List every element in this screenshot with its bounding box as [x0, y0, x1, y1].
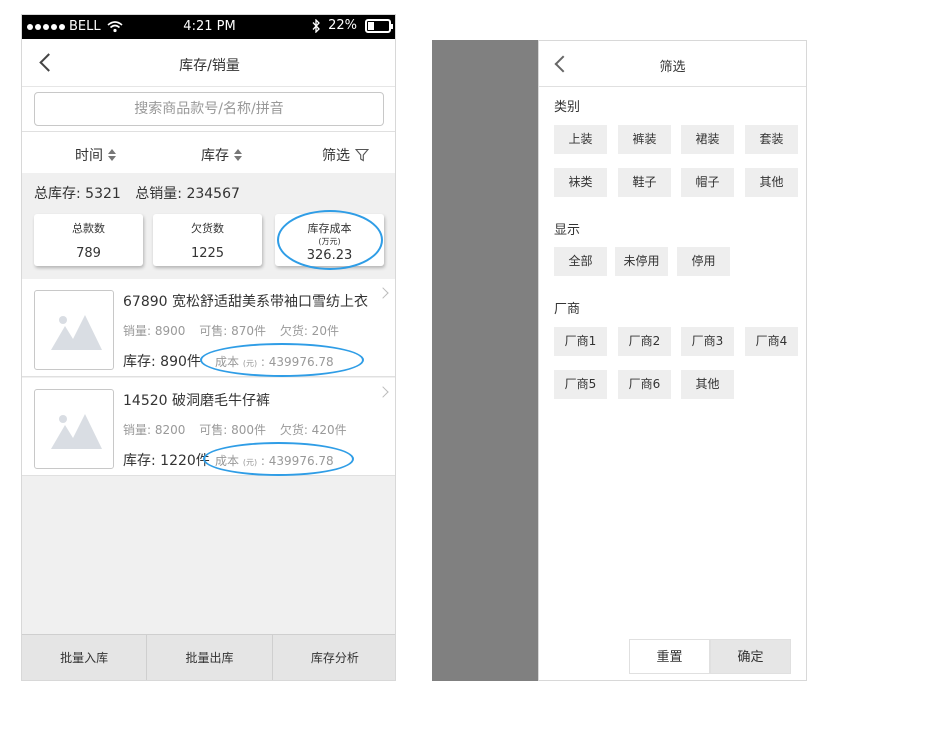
chevron-right-icon [377, 287, 389, 299]
product-available: 可售: 800件 [199, 423, 266, 437]
stat-value: 1225 [190, 246, 225, 261]
stat-label: 欠货数 [191, 222, 224, 235]
cost-value: : 439976.78 [260, 454, 334, 468]
display-chip[interactable]: 未停用 [615, 247, 668, 276]
vendor-chip[interactable]: 厂商2 [618, 327, 671, 356]
vendor-chip[interactable]: 厂商5 [554, 370, 607, 399]
vendor-chip[interactable]: 厂商4 [745, 327, 798, 356]
sort-bar: 时间 库存 筛选 [22, 131, 395, 173]
cost-label: 成本 [215, 454, 240, 468]
summary-totals: 总库存: 5321 总销量: 234567 [34, 183, 240, 203]
category-chip[interactable]: 裙装 [681, 125, 734, 154]
product-thumbnail [34, 389, 114, 469]
filter-label: 筛选 [322, 148, 350, 164]
product-owed: 欠货: 20件 [279, 324, 339, 338]
product-owed: 欠货: 420件 [279, 423, 347, 437]
stat-value: 789 [76, 246, 101, 261]
filter-funnel-icon [355, 148, 369, 162]
product-row[interactable]: 14520 破洞磨毛牛仔裤 销量: 8200 可售: 800件 欠货: 420件… [22, 378, 395, 476]
category-chip[interactable]: 鞋子 [618, 168, 671, 197]
stat-card-style-count[interactable]: 总款数 789 [34, 214, 143, 266]
vendor-heading: 厂商 [554, 302, 581, 317]
product-thumbnail [34, 290, 114, 370]
category-chip[interactable]: 裤装 [618, 125, 671, 154]
display-chip[interactable]: 全部 [554, 247, 607, 276]
product-title: 14520 破洞磨毛牛仔裤 [123, 393, 270, 409]
sort-arrows-icon [108, 149, 116, 161]
batch-outbound-button[interactable]: 批量出库 [147, 635, 273, 680]
sort-arrows-icon [234, 149, 242, 161]
product-row[interactable]: 67890 宽松舒适甜美系带袖口雪纺上衣 销量: 8900 可售: 870件 欠… [22, 279, 395, 377]
confirm-button[interactable]: 确定 [710, 639, 791, 674]
batch-inbound-button[interactable]: 批量入库 [22, 635, 148, 680]
sort-stock-label: 库存 [201, 148, 229, 164]
product-stock: 库存: 890件 [123, 354, 201, 370]
category-chip[interactable]: 套装 [745, 125, 798, 154]
total-stock-value: 5321 [85, 186, 121, 202]
stat-value: 326.23 [306, 248, 353, 263]
product-title: 67890 宽松舒适甜美系带袖口雪纺上衣 [123, 294, 368, 310]
total-stock-label: 总库存: [34, 186, 81, 202]
cost-unit: (元) [242, 458, 258, 467]
product-metrics: 销量: 8200 可售: 800件 欠货: 420件 [123, 421, 357, 438]
status-bar: BELL 4:21 PM 22% [22, 15, 395, 39]
cost-value: : 439976.78 [260, 355, 334, 369]
inventory-screen: BELL 4:21 PM 22% 库存/销量 搜索商品款号/名称/拼音 时间 库… [21, 14, 396, 681]
vendor-chip[interactable]: 厂商6 [618, 370, 671, 399]
product-stock: 库存: 1220件 [123, 453, 210, 469]
filter-title: 筛选 [659, 60, 686, 75]
dim-overlay[interactable] [432, 40, 538, 681]
inventory-summary: 总库存: 5321 总销量: 234567 总款数 789 欠货数 1225 库… [22, 173, 395, 279]
search-input[interactable]: 搜索商品款号/名称/拼音 [34, 92, 384, 126]
reset-button[interactable]: 重置 [629, 639, 710, 674]
stat-card-stock-cost[interactable]: 库存成本 (万元) 326.23 [275, 214, 384, 266]
category-heading: 类别 [554, 100, 581, 115]
page-title: 库存/销量 [179, 58, 240, 74]
inventory-analysis-button[interactable]: 库存分析 [273, 635, 395, 680]
total-sales-label: 总销量: [135, 186, 182, 202]
filter-panel: 筛选 类别 上装 裤装 裙装 套装 袜类 鞋子 帽子 其他 显示 全部 未停用 … [538, 40, 807, 681]
stat-label: 总款数 [72, 222, 105, 235]
vendor-chip[interactable]: 其他 [681, 370, 734, 399]
category-chip[interactable]: 帽子 [681, 168, 734, 197]
product-cost: 成本 (元) : 439976.78 [215, 353, 334, 370]
cost-label: 成本 [215, 355, 240, 369]
sort-by-time[interactable]: 时间 [75, 145, 116, 165]
chevron-right-icon [377, 386, 389, 398]
image-placeholder-icon [51, 414, 102, 449]
bottom-tab-bar: 批量入库 批量出库 库存分析 [22, 634, 395, 680]
stat-unit: (万元) [318, 237, 341, 246]
product-sales: 销量: 8200 [123, 423, 186, 437]
battery-icon [365, 18, 393, 33]
bluetooth-icon [312, 18, 320, 33]
vendor-chip[interactable]: 厂商3 [681, 327, 734, 356]
product-cost: 成本 (元) : 439976.78 [215, 452, 334, 469]
stat-label: 库存成本 [307, 222, 352, 235]
cost-unit: (元) [242, 359, 258, 368]
nav-bar: 库存/销量 [22, 39, 395, 87]
sort-time-label: 时间 [75, 148, 103, 164]
filter-nav-bar: 筛选 [539, 41, 806, 87]
image-placeholder-icon [51, 315, 102, 350]
stat-card-owed-count[interactable]: 欠货数 1225 [153, 214, 262, 266]
filter-button[interactable]: 筛选 [322, 145, 369, 165]
product-available: 可售: 870件 [199, 324, 266, 338]
display-chip[interactable]: 停用 [677, 247, 730, 276]
battery-percent: 22% [328, 18, 357, 33]
search-bar: 搜索商品款号/名称/拼音 [22, 87, 395, 131]
vendor-chip[interactable]: 厂商1 [554, 327, 607, 356]
sort-by-stock[interactable]: 库存 [201, 145, 242, 165]
product-sales: 销量: 8900 [123, 324, 186, 338]
product-metrics: 销量: 8900 可售: 870件 欠货: 20件 [123, 322, 349, 339]
display-heading: 显示 [554, 223, 581, 238]
category-chip[interactable]: 上装 [554, 125, 607, 154]
category-chip[interactable]: 袜类 [554, 168, 607, 197]
total-sales-value: 234567 [186, 186, 240, 202]
category-chip[interactable]: 其他 [745, 168, 798, 197]
